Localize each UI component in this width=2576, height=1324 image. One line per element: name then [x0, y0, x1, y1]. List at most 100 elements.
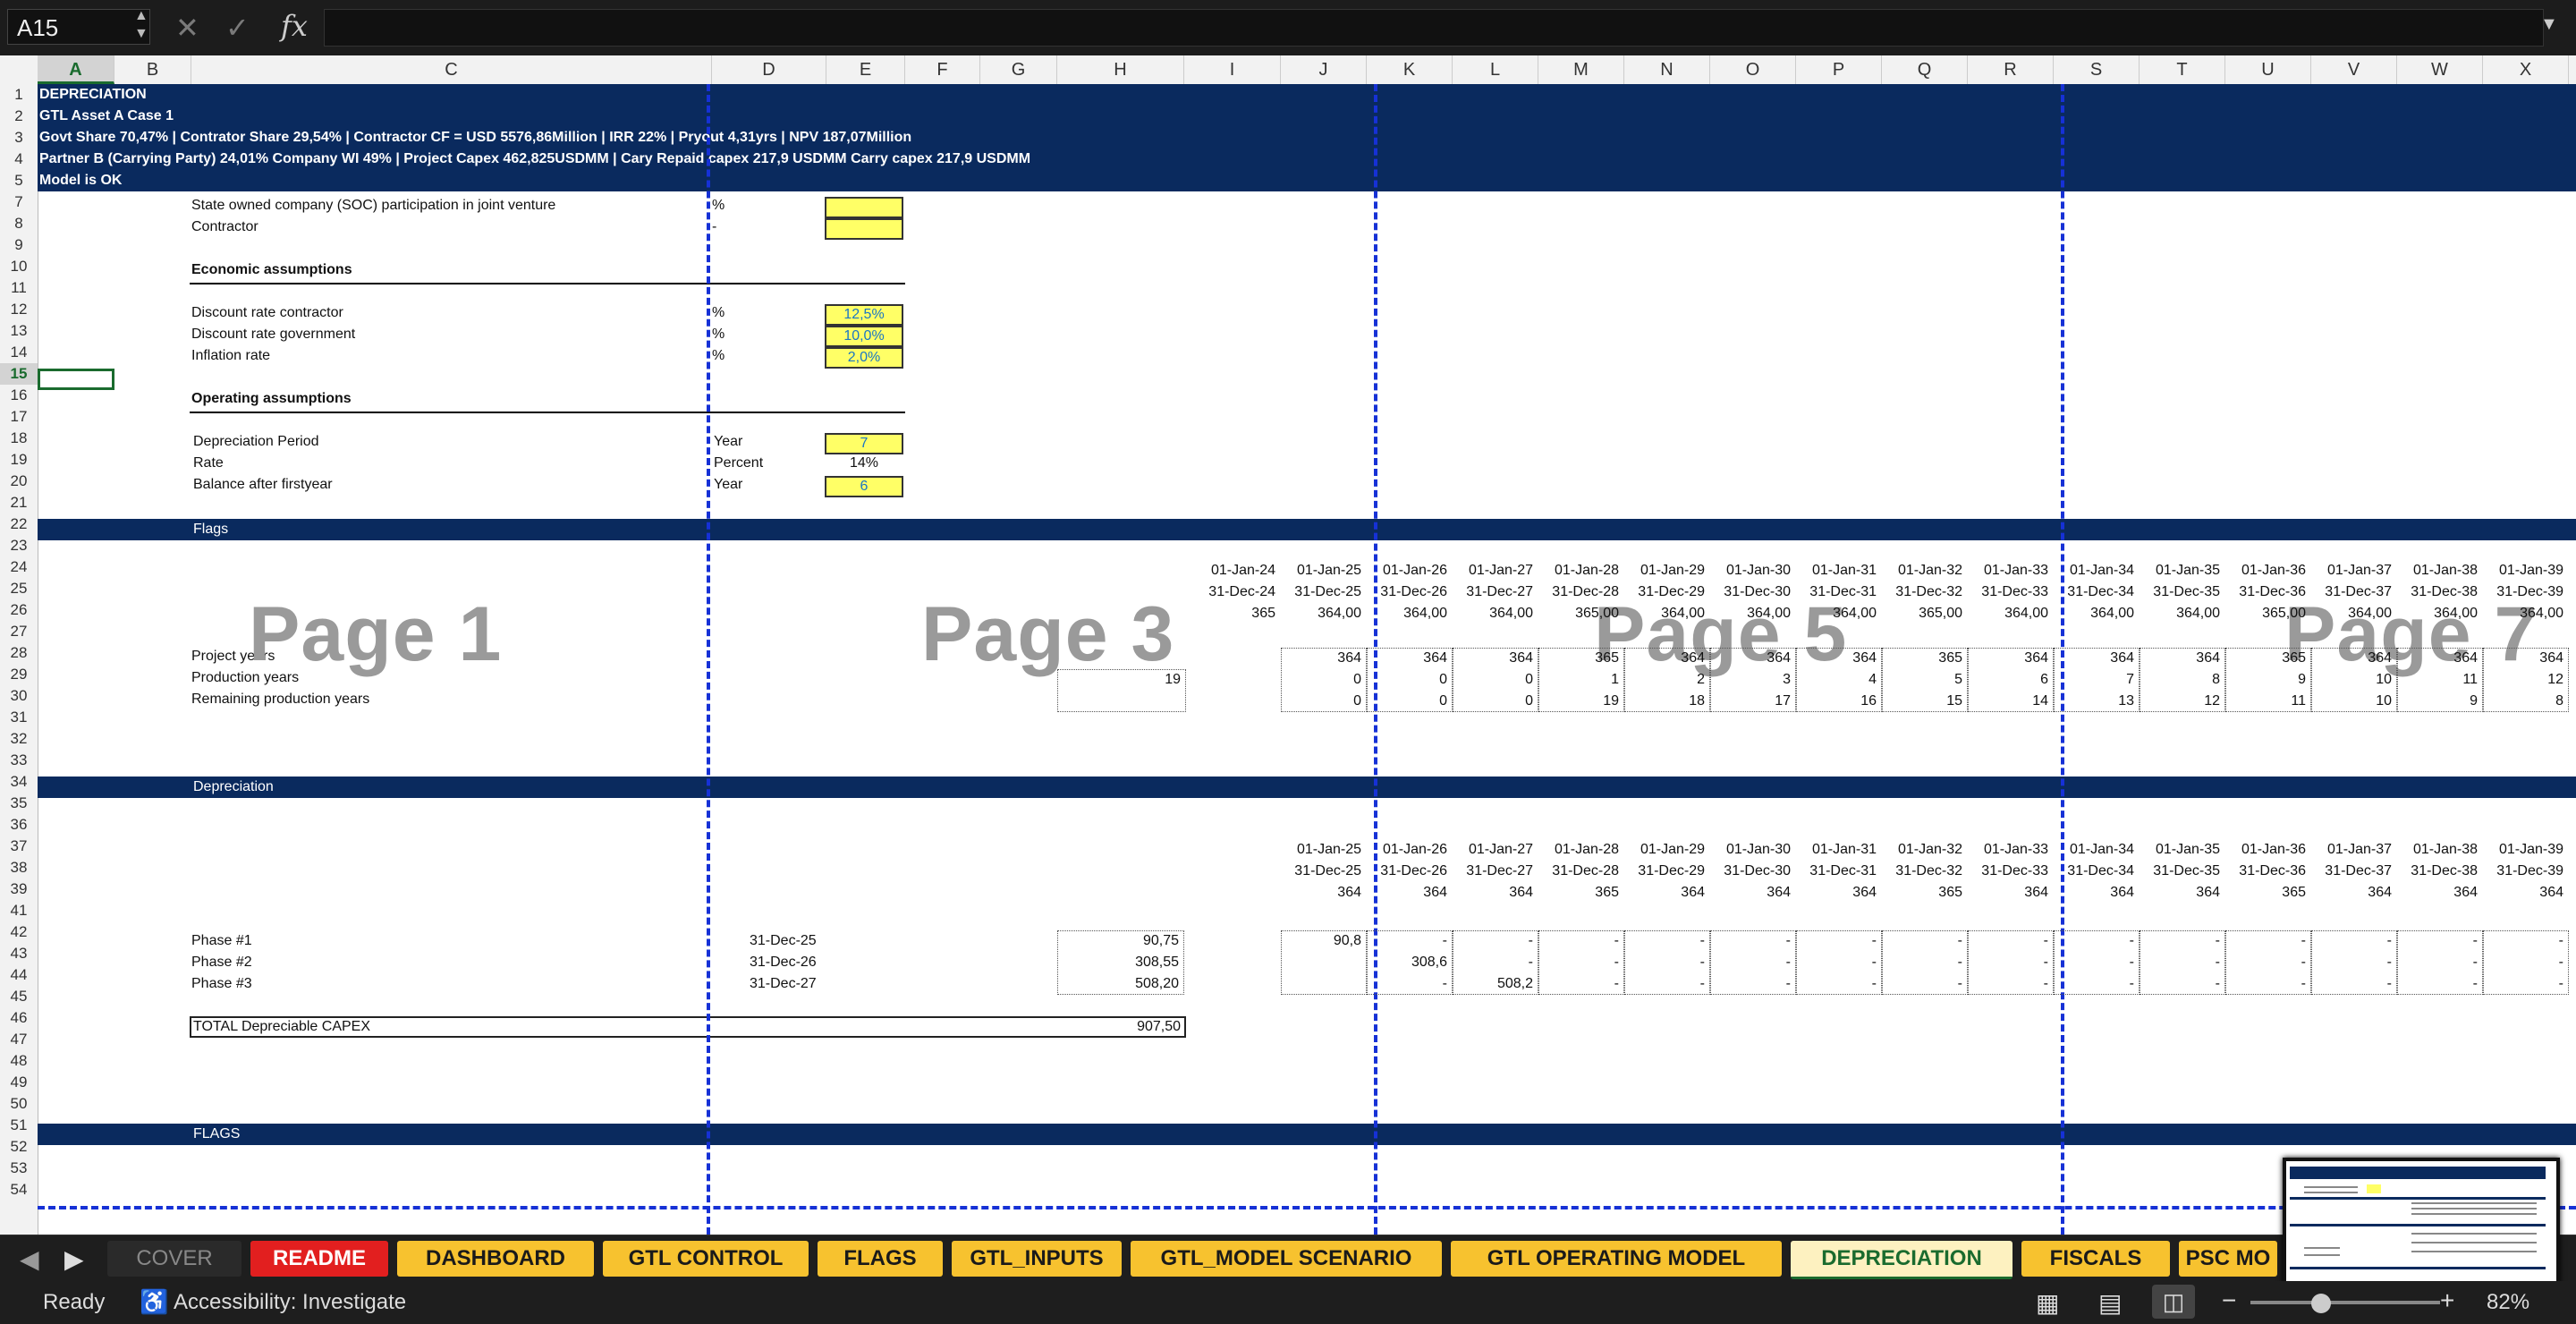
sheet-tab[interactable]: FISCALS — [2021, 1241, 2170, 1277]
zoom-slider-thumb[interactable] — [2311, 1294, 2331, 1313]
sheet-tab[interactable]: README — [250, 1241, 388, 1277]
row-header-41[interactable]: 41 — [0, 900, 38, 921]
row-header-26[interactable]: 26 — [0, 599, 38, 621]
formula-input[interactable] — [324, 9, 2544, 47]
accessibility-icon[interactable]: ♿ — [140, 1288, 168, 1316]
row-header-8[interactable]: 8 — [0, 213, 38, 234]
row-header-3[interactable]: 3 — [0, 127, 38, 149]
dep-period-input[interactable]: 7 — [825, 433, 903, 454]
row-header-46[interactable]: 46 — [0, 1007, 38, 1029]
row-header-42[interactable]: 42 — [0, 921, 38, 943]
row-header-54[interactable]: 54 — [0, 1179, 38, 1201]
column-header-w[interactable]: W — [2397, 55, 2483, 84]
row-header-21[interactable]: 21 — [0, 492, 38, 513]
column-header-m[interactable]: M — [1538, 55, 1624, 84]
row-header-32[interactable]: 32 — [0, 728, 38, 750]
confirm-icon[interactable]: ✓ — [225, 11, 250, 45]
column-header-x[interactable]: X — [2483, 55, 2569, 84]
inflation-input[interactable]: 2,0% — [825, 347, 903, 369]
row-header-4[interactable]: 4 — [0, 149, 38, 170]
row-header-15[interactable]: 15 — [0, 363, 38, 385]
zoom-slider[interactable] — [2250, 1301, 2440, 1304]
row-header-1[interactable]: 1 — [0, 84, 38, 106]
row-header-2[interactable]: 2 — [0, 106, 38, 127]
selected-cell-a15[interactable] — [38, 369, 114, 390]
page-layout-view-icon[interactable]: ▤ — [2098, 1288, 2122, 1318]
normal-view-icon[interactable]: ▦ — [2036, 1288, 2059, 1318]
row-header-31[interactable]: 31 — [0, 707, 38, 728]
column-header-v[interactable]: V — [2311, 55, 2397, 84]
row-header-33[interactable]: 33 — [0, 750, 38, 771]
column-header-t[interactable]: T — [2140, 55, 2225, 84]
row-header-38[interactable]: 38 — [0, 857, 38, 878]
column-header-r[interactable]: R — [1968, 55, 2054, 84]
sheet-tab[interactable]: GTL_INPUTS — [952, 1241, 1122, 1277]
row-header-18[interactable]: 18 — [0, 428, 38, 449]
balance-input[interactable]: 6 — [825, 476, 903, 497]
zoom-out-icon[interactable]: − — [2222, 1286, 2236, 1315]
contractor-input[interactable] — [825, 218, 903, 240]
column-header-a[interactable]: A — [38, 55, 114, 84]
row-header-19[interactable]: 19 — [0, 449, 38, 471]
row-header-13[interactable]: 13 — [0, 320, 38, 342]
row-header-17[interactable]: 17 — [0, 406, 38, 428]
column-header-l[interactable]: L — [1453, 55, 1538, 84]
row-header-10[interactable]: 10 — [0, 256, 38, 277]
sheet-tab[interactable]: DEPRECIATION — [1791, 1241, 2012, 1279]
formula-expand-icon[interactable]: ▼ — [2540, 14, 2558, 35]
row-header-39[interactable]: 39 — [0, 878, 38, 900]
zoom-level[interactable]: 82% — [2487, 1290, 2529, 1315]
row-header-50[interactable]: 50 — [0, 1093, 38, 1115]
row-header-25[interactable]: 25 — [0, 578, 38, 599]
row-header-52[interactable]: 52 — [0, 1136, 38, 1158]
sheet-tab[interactable]: FLAGS — [818, 1241, 943, 1277]
row-header-12[interactable]: 12 — [0, 299, 38, 320]
column-header-f[interactable]: F — [905, 55, 980, 84]
column-header-d[interactable]: D — [712, 55, 826, 84]
sheet-grid[interactable]: DEPRECIATION GTL Asset A Case 1 Govt Sha… — [38, 84, 2576, 1235]
row-header-22[interactable]: 22 — [0, 513, 38, 535]
column-header-g[interactable]: G — [980, 55, 1057, 84]
sheet-tab[interactable]: COVER — [107, 1241, 242, 1277]
row-header-43[interactable]: 43 — [0, 943, 38, 964]
row-header-20[interactable]: 20 — [0, 471, 38, 492]
zoom-in-icon[interactable]: + — [2440, 1286, 2454, 1315]
name-box[interactable]: A15 — [7, 9, 150, 45]
row-header-23[interactable]: 23 — [0, 535, 38, 556]
column-header-j[interactable]: J — [1281, 55, 1367, 84]
name-box-stepper-icon[interactable]: ▲ ▼ — [134, 7, 148, 43]
row-header-35[interactable]: 35 — [0, 793, 38, 814]
sheet-tab[interactable]: PSC MO — [2179, 1241, 2277, 1277]
row-header-34[interactable]: 34 — [0, 771, 38, 793]
row-header-53[interactable]: 53 — [0, 1158, 38, 1179]
column-header-b[interactable]: B — [114, 55, 191, 84]
row-header-48[interactable]: 48 — [0, 1050, 38, 1072]
row-header-37[interactable]: 37 — [0, 836, 38, 857]
row-header-5[interactable]: 5 — [0, 170, 38, 191]
cancel-icon[interactable]: ✕ — [175, 11, 199, 45]
row-header-14[interactable]: 14 — [0, 342, 38, 363]
tab-scroll-left-icon[interactable]: ◀ — [20, 1244, 39, 1274]
column-header-e[interactable]: E — [826, 55, 905, 84]
row-header-28[interactable]: 28 — [0, 642, 38, 664]
row-header-29[interactable]: 29 — [0, 664, 38, 685]
sheet-tab[interactable]: GTL OPERATING MODEL — [1451, 1241, 1782, 1277]
row-header-9[interactable]: 9 — [0, 234, 38, 256]
column-header-s[interactable]: S — [2054, 55, 2140, 84]
column-header-i[interactable]: I — [1184, 55, 1281, 84]
column-header-c[interactable]: C — [191, 55, 712, 84]
column-header-u[interactable]: U — [2225, 55, 2311, 84]
row-header-47[interactable]: 47 — [0, 1029, 38, 1050]
column-header-q[interactable]: Q — [1882, 55, 1968, 84]
column-header-n[interactable]: N — [1624, 55, 1710, 84]
function-icon[interactable]: fx — [281, 9, 308, 43]
soc-input[interactable] — [825, 197, 903, 218]
row-header-51[interactable]: 51 — [0, 1115, 38, 1136]
row-header-24[interactable]: 24 — [0, 556, 38, 578]
row-header-7[interactable]: 7 — [0, 191, 38, 213]
row-header-11[interactable]: 11 — [0, 277, 38, 299]
column-header-h[interactable]: H — [1057, 55, 1184, 84]
row-header-44[interactable]: 44 — [0, 964, 38, 986]
column-header-p[interactable]: P — [1796, 55, 1882, 84]
row-header-30[interactable]: 30 — [0, 685, 38, 707]
